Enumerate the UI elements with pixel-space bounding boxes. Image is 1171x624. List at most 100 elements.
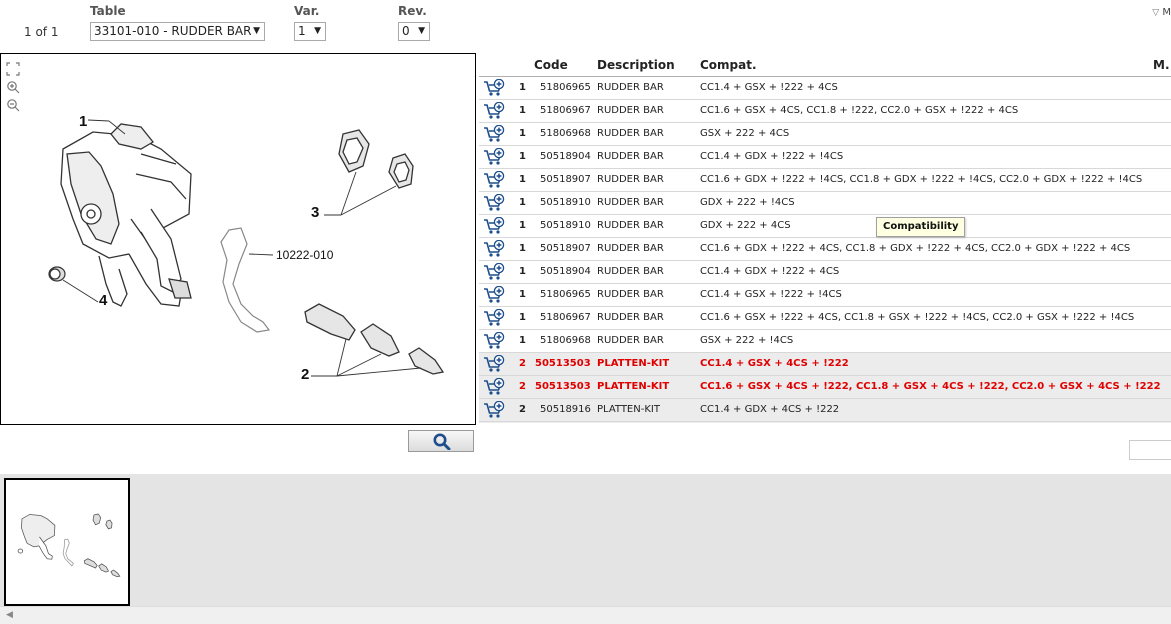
table-row[interactable]: 1 51806965 RUDDER BAR CC1.4 + GSX + !222 + … xyxy=(479,77,1171,100)
row-description: RUDDER BAR xyxy=(597,197,664,208)
table-body: 1 51806965 RUDDER BAR CC1.4 + GSX + !222 + … xyxy=(479,77,1171,423)
search-button[interactable] xyxy=(408,430,474,452)
row-code[interactable]: 50518916 xyxy=(540,399,591,421)
row-compat: GSX + 222 + !4CS xyxy=(700,335,794,346)
row-code[interactable]: 50518907 xyxy=(540,238,591,260)
page-jump-input[interactable] xyxy=(1129,440,1171,460)
row-code[interactable]: 50518916 xyxy=(540,422,591,423)
more-menu-label: M xyxy=(1162,7,1171,18)
row-compat: CC1.4 + GSX + 4CS + !222 xyxy=(700,358,849,369)
table-row[interactable]: 1 50518904 RUDDER BAR CC1.4 + GDX + !222 + … xyxy=(479,146,1171,169)
table-row[interactable]: 2 50518916 PLATTEN-KIT CC1.6 + GDX + 4CS + … xyxy=(479,422,1171,423)
row-description: RUDDER BAR xyxy=(597,220,664,231)
row-compat: CC1.6 + GDX + !222 + !4CS, CC1.8 + GDX +… xyxy=(700,174,1143,185)
add-to-cart-icon[interactable] xyxy=(483,194,505,212)
row-description: PLATTEN-KIT xyxy=(597,404,660,415)
row-description: RUDDER BAR xyxy=(597,266,664,277)
row-code[interactable]: 51806965 xyxy=(540,77,591,99)
row-compat: CC1.4 + GDX + !222 + !4CS xyxy=(700,151,844,162)
add-to-cart-icon[interactable] xyxy=(483,332,505,350)
rudder-bar-exploded-drawing: 1 2 3 4 10222-010 xyxy=(48,113,445,383)
row-code[interactable]: 50518907 xyxy=(540,169,591,191)
var-label: Var. xyxy=(294,4,320,18)
add-to-cart-icon[interactable] xyxy=(483,79,505,97)
callout-1[interactable]: 1 xyxy=(79,113,87,130)
more-menu[interactable]: ▽ M xyxy=(1152,7,1171,18)
scroll-left-icon[interactable]: ◀ xyxy=(6,610,13,620)
horizontal-scrollbar[interactable]: ◀ xyxy=(0,606,1171,624)
row-compat: CC1.6 + GDX + 4CS + !222, CC1.8 + GDX + … xyxy=(700,422,1130,423)
table-row[interactable]: 1 50518907 RUDDER BAR CC1.6 + GDX + !222 + … xyxy=(479,238,1171,261)
rev-select[interactable]: 0 ▼ xyxy=(398,22,430,41)
callout-2[interactable]: 2 xyxy=(301,366,309,383)
row-code[interactable]: 51806965 xyxy=(540,284,591,306)
exploded-drawing-panel[interactable]: 1 2 3 4 10222-010 xyxy=(0,53,476,425)
row-code[interactable]: 50518910 xyxy=(540,192,591,214)
var-select[interactable]: 1 ▼ xyxy=(294,22,326,41)
table-row[interactable]: 1 51806968 RUDDER BAR GSX + 222 + !4CS xyxy=(479,330,1171,353)
platten-kit-part xyxy=(304,303,445,377)
row-code[interactable]: 50518904 xyxy=(540,261,591,283)
row-code[interactable]: 50518904 xyxy=(540,146,591,168)
row-compat: CC1.6 + GSX + 4CS, CC1.8 + !222, CC2.0 +… xyxy=(700,105,1019,116)
add-to-cart-icon[interactable] xyxy=(483,355,505,373)
table-label: Table xyxy=(90,4,126,18)
add-to-cart-icon[interactable] xyxy=(483,309,505,327)
add-to-cart-icon[interactable] xyxy=(483,125,505,143)
table-row[interactable]: 1 50518910 RUDDER BAR GDX + 222 + 4CS xyxy=(479,215,1171,238)
add-to-cart-icon[interactable] xyxy=(483,240,505,258)
row-description: RUDDER BAR xyxy=(597,243,664,254)
row-code[interactable]: 51806968 xyxy=(540,330,591,352)
row-compat: CC1.4 + GDX + !222 + 4CS xyxy=(700,266,840,277)
row-description: RUDDER BAR xyxy=(597,151,664,162)
callout-3[interactable]: 3 xyxy=(311,204,319,221)
row-code[interactable]: 51806968 xyxy=(540,123,591,145)
row-description: RUDDER BAR xyxy=(597,289,664,300)
drawing-thumbnail[interactable] xyxy=(4,478,130,606)
row-code[interactable]: 51806967 xyxy=(540,307,591,329)
table-row[interactable]: 1 51806965 RUDDER BAR CC1.4 + GSX + !222 + … xyxy=(479,284,1171,307)
row-code[interactable]: 50513503 xyxy=(535,353,591,375)
add-to-cart-icon[interactable] xyxy=(483,378,505,396)
row-qty: 1 xyxy=(519,312,526,323)
add-to-cart-icon[interactable] xyxy=(483,171,505,189)
table-row[interactable]: 1 51806967 RUDDER BAR CC1.6 + GSX + 4CS, CC… xyxy=(479,100,1171,123)
add-to-cart-icon[interactable] xyxy=(483,263,505,281)
callout-4[interactable]: 4 xyxy=(99,292,108,309)
row-qty: 1 xyxy=(519,197,526,208)
row-qty: 1 xyxy=(519,289,526,300)
search-icon xyxy=(433,433,451,450)
add-to-cart-icon[interactable] xyxy=(483,148,505,166)
row-code[interactable]: 51806967 xyxy=(540,100,591,122)
row-description: RUDDER BAR xyxy=(597,82,664,93)
col-header-more[interactable]: M. xyxy=(1153,58,1170,72)
table-row[interactable]: 2 50513503 PLATTEN-KIT CC1.4 + GSX + 4CS + … xyxy=(479,353,1171,376)
row-description: PLATTEN-KIT xyxy=(597,422,660,423)
col-header-description[interactable]: Description xyxy=(597,58,675,72)
pedal-box-part xyxy=(60,123,192,307)
table-select[interactable]: 33101-010 - RUDDER BAR ▼ xyxy=(90,22,265,41)
spring-link-part xyxy=(220,227,274,333)
col-header-code[interactable]: Code xyxy=(534,58,568,72)
row-qty: 1 xyxy=(519,105,526,116)
table-row[interactable]: 2 50513503 PLATTEN-KIT CC1.6 + GSX + 4CS + … xyxy=(479,376,1171,399)
row-description: RUDDER BAR xyxy=(597,335,664,346)
table-row[interactable]: 2 50518916 PLATTEN-KIT CC1.4 + GDX + 4CS + … xyxy=(479,399,1171,422)
rev-select-value: 0 xyxy=(402,24,410,38)
var-select-value: 1 xyxy=(298,24,306,38)
table-row[interactable]: 1 51806968 RUDDER BAR GSX + 222 + 4CS xyxy=(479,123,1171,146)
table-row[interactable]: 1 50518907 RUDDER BAR CC1.6 + GDX + !222 + … xyxy=(479,169,1171,192)
row-compat: CC1.4 + GDX + 4CS + !222 xyxy=(700,404,840,415)
table-row[interactable]: 1 50518910 RUDDER BAR GDX + 222 + !4CS xyxy=(479,192,1171,215)
row-code[interactable]: 50513503 xyxy=(535,376,591,398)
table-row[interactable]: 1 50518904 RUDDER BAR CC1.4 + GDX + !222 + … xyxy=(479,261,1171,284)
add-to-cart-icon[interactable] xyxy=(483,217,505,235)
table-row[interactable]: 1 51806967 RUDDER BAR CC1.6 + GSX + !222 + … xyxy=(479,307,1171,330)
callout-10222-010[interactable]: 10222-010 xyxy=(276,248,334,262)
add-to-cart-icon[interactable] xyxy=(483,286,505,304)
add-to-cart-icon[interactable] xyxy=(483,102,505,120)
bush-part xyxy=(48,266,99,303)
col-header-compat[interactable]: Compat. xyxy=(700,58,757,72)
row-code[interactable]: 50518910 xyxy=(540,215,591,237)
add-to-cart-icon[interactable] xyxy=(483,401,505,419)
